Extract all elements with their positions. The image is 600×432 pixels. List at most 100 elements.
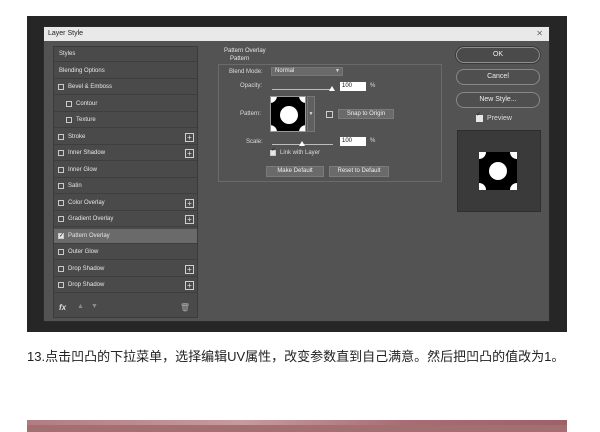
opacity-unit: %	[370, 83, 376, 89]
opacity-label: Opacity:	[240, 83, 263, 89]
link-with-layer-checkbox[interactable]	[270, 146, 276, 156]
style-checkbox[interactable]	[66, 100, 72, 107]
style-item-label: Blending Options	[59, 67, 105, 74]
next-image-strip-highlight	[27, 420, 567, 425]
trash-icon[interactable]: 🗑	[180, 303, 190, 312]
preview-thumbnail	[479, 152, 517, 190]
style-checkbox[interactable]	[58, 249, 64, 255]
style-item-label: Pattern Overlay	[68, 232, 110, 239]
style-item-label: Bevel & Emboss	[68, 84, 113, 90]
style-item-drop-shadow[interactable]: Drop Shadow +	[54, 278, 197, 293]
style-item-label: Drop Shadow	[68, 282, 105, 288]
layer-style-dialog: Layer Style ✕ fx ▲ ▼ 🗑 Styles Blending Op…	[43, 26, 550, 322]
pattern-picker-chevron-icon[interactable]: ▼	[307, 96, 315, 132]
tutorial-caption: 13.点击凹凸的下拉菜单，选择编辑UV属性，改变参数直到自己满意。然后把凹凸的值…	[27, 349, 565, 364]
cancel-button[interactable]: Cancel	[456, 69, 540, 85]
style-item-label: Gradient Overlay	[68, 216, 114, 222]
scale-unit: %	[370, 138, 376, 144]
styles-toolbar: fx ▲ ▼ 🗑	[54, 299, 197, 317]
preview-dot	[510, 152, 517, 159]
preview-dot	[489, 162, 507, 180]
style-item-contour[interactable]: Contour	[54, 97, 197, 112]
dialog-title: Layer Style	[48, 30, 84, 37]
styles-list-panel: fx ▲ ▼ 🗑 Styles Blending Options Bevel & E…	[53, 46, 198, 318]
style-item-styles[interactable]: Styles	[54, 47, 197, 62]
preview-label: Preview	[487, 115, 512, 122]
style-checkbox[interactable]	[58, 265, 64, 272]
pattern-label: Pattern:	[240, 111, 262, 117]
pattern-dot	[299, 97, 305, 103]
pattern-group-box	[218, 64, 442, 182]
close-icon[interactable]: ✕	[536, 27, 543, 41]
preview-dot	[479, 152, 486, 159]
style-checkbox[interactable]	[58, 84, 64, 90]
preview-checkbox[interactable]	[476, 111, 483, 122]
snap-to-origin-button[interactable]: Snap to Origin	[338, 109, 394, 119]
add-effect-icon[interactable]: +	[185, 132, 194, 142]
style-item-inner-shadow[interactable]: Inner Shadow +	[54, 146, 197, 161]
preview-dot	[479, 183, 486, 190]
scale-input[interactable]: 100	[340, 137, 366, 146]
ok-button[interactable]: OK	[456, 47, 540, 63]
style-item-satin[interactable]: Satin	[54, 179, 197, 194]
style-item-color-overlay[interactable]: Color Overlay +	[54, 196, 197, 211]
reset-to-default-button[interactable]: Reset to Default	[329, 166, 389, 177]
preview-dot	[510, 183, 517, 190]
style-item-outer-glow[interactable]: Outer Glow	[54, 245, 197, 260]
opacity-input[interactable]: 100	[340, 82, 366, 91]
chevron-down-icon: ▼	[335, 68, 340, 74]
style-item-label: Stroke	[68, 133, 86, 140]
style-item-pattern-overlay[interactable]: Pattern Overlay	[54, 228, 197, 244]
new-style-button[interactable]: New Style...	[456, 92, 540, 108]
scale-slider-handle[interactable]	[299, 141, 305, 146]
pattern-dot	[280, 106, 298, 124]
style-item-label: Outer Glow	[68, 249, 99, 255]
style-item-label: Inner Shadow	[68, 150, 106, 156]
pattern-dot	[299, 125, 305, 131]
blend-mode-label: Blend Mode:	[229, 69, 263, 75]
style-item-bevel-emboss[interactable]: Bevel & Emboss	[54, 80, 197, 95]
dialog-titlebar: Layer Style ✕	[44, 27, 549, 41]
style-item-label: Texture	[76, 117, 96, 123]
style-checkbox[interactable]	[58, 150, 64, 156]
style-item-blending-options[interactable]: Blending Options	[54, 64, 197, 79]
style-item-label: Inner Glow	[68, 166, 98, 173]
pattern-dot	[271, 125, 277, 131]
style-item-gradient-overlay[interactable]: Gradient Overlay +	[54, 212, 197, 227]
style-item-drop-shadow[interactable]: Drop Shadow +	[54, 262, 197, 277]
style-item-inner-glow[interactable]: Inner Glow	[54, 163, 197, 178]
add-effect-icon[interactable]: +	[185, 215, 194, 224]
style-item-texture[interactable]: Texture	[54, 113, 197, 128]
group-title: Pattern	[230, 56, 250, 62]
blend-mode-value: Normal	[275, 68, 295, 74]
style-item-label: Satin	[68, 183, 82, 189]
fx-icon[interactable]: fx	[59, 303, 66, 312]
style-item-label: Color Overlay	[68, 199, 105, 206]
style-item-label: Drop Shadow	[68, 265, 105, 272]
style-item-label: Contour	[76, 100, 98, 107]
style-checkbox[interactable]	[58, 282, 64, 288]
new-preset-icon[interactable]	[326, 111, 333, 118]
make-default-button[interactable]: Make Default	[266, 166, 324, 177]
opacity-slider-track[interactable]	[272, 89, 333, 90]
pattern-dot	[271, 97, 277, 103]
pattern-thumbnail[interactable]	[270, 96, 306, 132]
style-checkbox[interactable]	[66, 117, 72, 123]
style-checkbox[interactable]	[58, 216, 64, 222]
style-item-stroke[interactable]: Stroke +	[54, 130, 197, 145]
add-effect-icon[interactable]: +	[185, 149, 194, 158]
arrow-up-icon[interactable]: ▲	[77, 303, 84, 310]
style-checkbox[interactable]	[58, 229, 64, 244]
add-effect-icon[interactable]: +	[185, 281, 194, 290]
style-item-label: Styles	[59, 51, 76, 57]
style-checkbox[interactable]	[58, 199, 64, 206]
style-checkbox[interactable]	[58, 133, 64, 140]
scale-label: Scale:	[246, 139, 263, 145]
add-effect-icon[interactable]: +	[185, 264, 194, 274]
style-checkbox[interactable]	[58, 183, 64, 189]
blend-mode-select[interactable]: Normal ▼	[271, 67, 343, 76]
style-checkbox[interactable]	[58, 166, 64, 173]
arrow-down-icon[interactable]: ▼	[91, 303, 98, 310]
add-effect-icon[interactable]: +	[185, 198, 194, 208]
opacity-slider-handle[interactable]	[329, 86, 335, 91]
